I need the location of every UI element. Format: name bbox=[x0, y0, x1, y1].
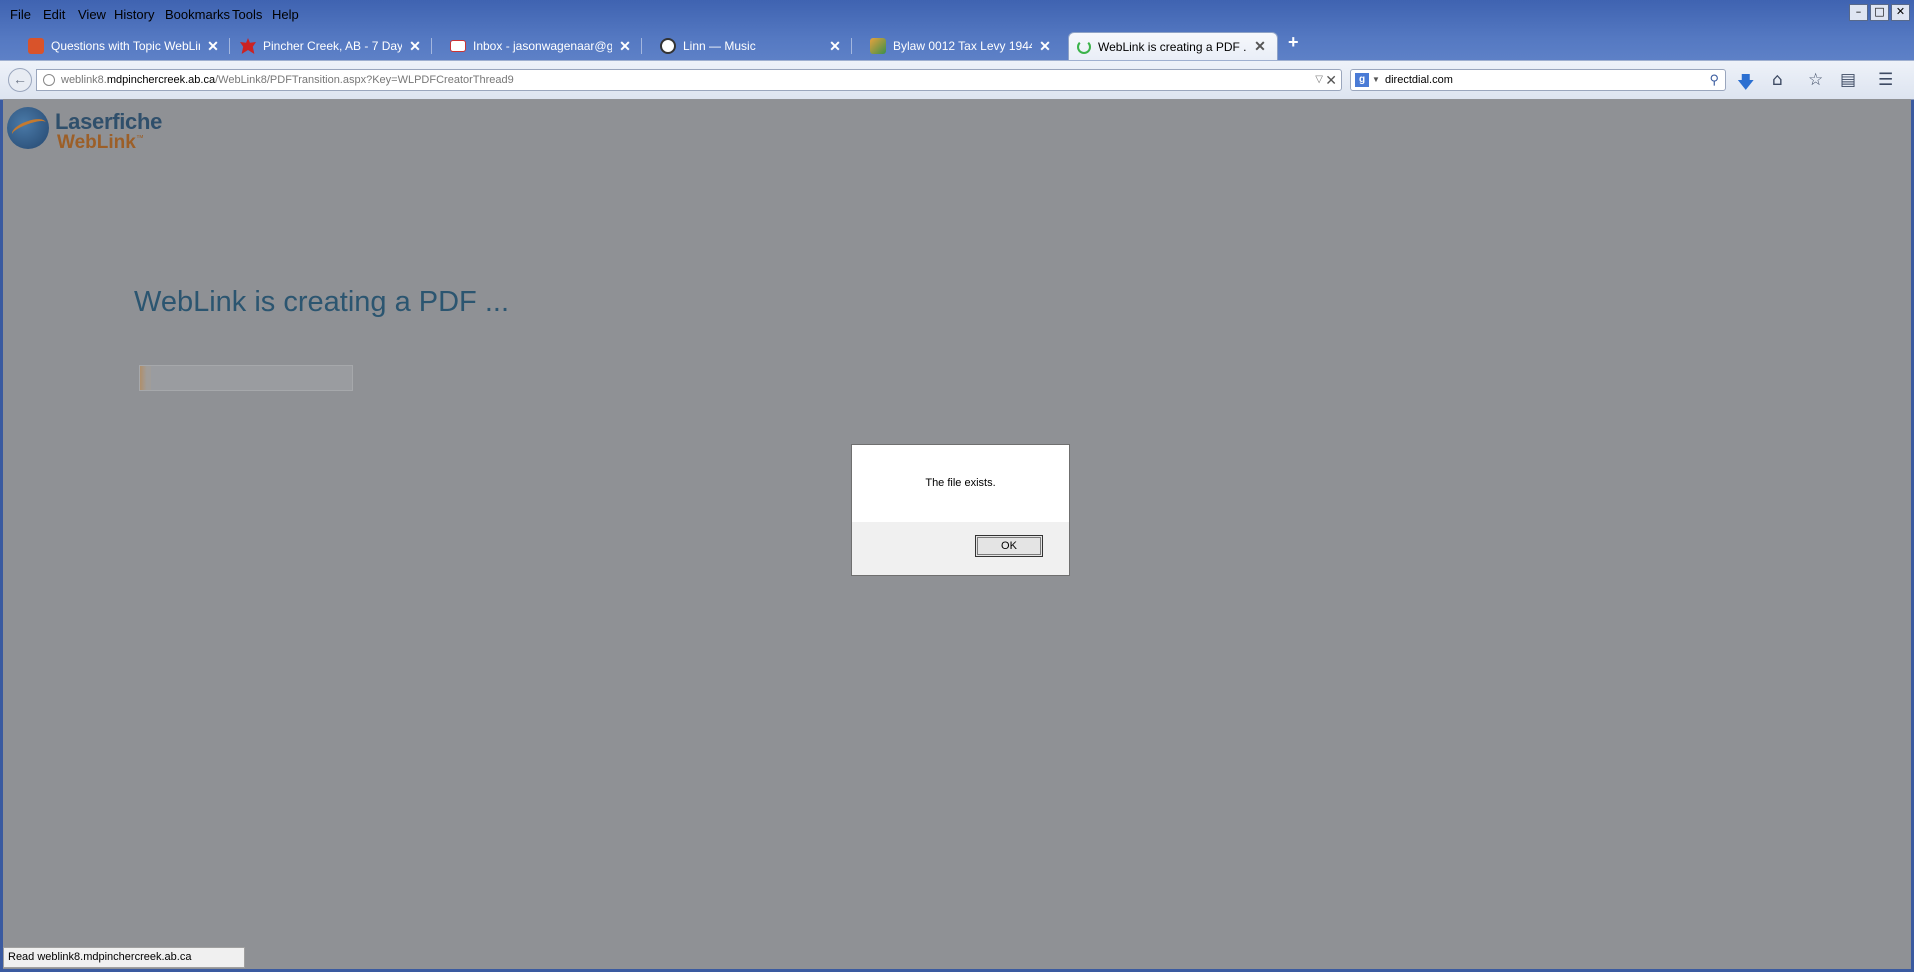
tab-linn-music[interactable]: Linn — Music ✕ bbox=[652, 32, 852, 60]
search-engine-dropdown-icon[interactable]: ▼ bbox=[1372, 70, 1380, 90]
close-window-icon[interactable]: ✕ bbox=[1891, 4, 1910, 21]
tab-separator bbox=[851, 38, 852, 54]
new-tab-icon[interactable]: + bbox=[1288, 32, 1299, 53]
hamburger-menu-icon[interactable]: ☰ bbox=[1878, 70, 1893, 90]
back-arrow-icon[interactable]: ← bbox=[8, 68, 32, 92]
address-bar[interactable]: weblink8.mdpinchercreek.ab.ca/WebLink8/P… bbox=[36, 69, 1342, 91]
tab-close-icon[interactable]: ✕ bbox=[408, 38, 422, 55]
tab-title: Linn — Music bbox=[683, 39, 756, 53]
tab-bylaw[interactable]: Bylaw 0012 Tax Levy 1944 - ... ✕ bbox=[862, 32, 1062, 60]
pdf-progress-bar bbox=[139, 365, 353, 391]
laserfiche-answers-icon bbox=[28, 38, 44, 54]
menu-help[interactable]: Help bbox=[272, 7, 299, 22]
page-content: Laserfiche WebLink™ WebLink is creating … bbox=[3, 99, 1911, 969]
maple-leaf-icon bbox=[240, 38, 256, 54]
tab-weblink-pdf[interactable]: WebLink is creating a PDF ... ✕ bbox=[1068, 32, 1278, 60]
progress-fill bbox=[140, 366, 151, 390]
browser-chrome: File Edit View History Bookmarks Tools H… bbox=[0, 0, 1914, 100]
tab-title: Questions with Topic WebLink... bbox=[51, 39, 200, 53]
search-input[interactable]: directdial.com bbox=[1385, 74, 1453, 86]
tab-questions[interactable]: Questions with Topic WebLink... ✕ bbox=[20, 32, 230, 60]
navigation-bar: ← weblink8.mdpinchercreek.ab.ca/WebLink8… bbox=[0, 60, 1914, 100]
menu-file[interactable]: File bbox=[10, 7, 31, 22]
menu-tools[interactable]: Tools bbox=[232, 7, 262, 22]
search-bar[interactable]: g ▼ directdial.com ⚲ bbox=[1350, 69, 1726, 91]
menu-history[interactable]: History bbox=[114, 7, 154, 22]
tab-strip: Questions with Topic WebLink... ✕ Pinche… bbox=[0, 30, 1914, 60]
menu-edit[interactable]: Edit bbox=[43, 7, 65, 22]
home-icon[interactable]: ⌂ bbox=[1772, 70, 1783, 90]
url-history-dropdown-icon[interactable]: ▽ bbox=[1315, 70, 1323, 90]
logo-weblink-text: WebLink™ bbox=[57, 132, 144, 153]
google-icon[interactable]: g bbox=[1355, 73, 1369, 87]
tab-separator bbox=[431, 38, 432, 54]
url-domain: mdpinchercreek.ab.ca bbox=[106, 74, 216, 86]
tab-title: WebLink is creating a PDF ... bbox=[1098, 39, 1247, 54]
tab-title: Bylaw 0012 Tax Levy 1944 - ... bbox=[893, 39, 1032, 53]
tab-title: Inbox - jasonwagenaar@gma... bbox=[473, 39, 612, 53]
loading-spinner-icon bbox=[1077, 39, 1091, 54]
tab-close-icon[interactable]: ✕ bbox=[828, 38, 842, 55]
stop-icon[interactable]: ✕ bbox=[1325, 70, 1337, 90]
bookmark-star-icon[interactable]: ☆ bbox=[1808, 70, 1823, 90]
page-title: WebLink is creating a PDF ... bbox=[134, 286, 510, 318]
tab-title: Pincher Creek, AB - 7 Day For... bbox=[263, 39, 402, 53]
status-bar: Read weblink8.mdpinchercreek.ab.ca bbox=[3, 947, 245, 968]
menu-view[interactable]: View bbox=[78, 7, 106, 22]
url-path: /WebLink8/PDFTransition.aspx?Key=WLPDFCr… bbox=[215, 74, 514, 86]
search-icon[interactable]: ⚲ bbox=[1709, 70, 1719, 90]
alert-dialog: The file exists. OK bbox=[851, 444, 1070, 576]
tab-close-icon[interactable]: ✕ bbox=[206, 38, 220, 55]
menu-bookmarks[interactable]: Bookmarks bbox=[165, 7, 230, 22]
tab-inbox[interactable]: Inbox - jasonwagenaar@gma... ✕ bbox=[442, 32, 642, 60]
maximize-icon[interactable]: □ bbox=[1870, 4, 1889, 21]
tab-close-icon[interactable]: ✕ bbox=[1038, 38, 1052, 55]
linn-icon bbox=[660, 38, 676, 54]
window-controls: – □ ✕ bbox=[1849, 4, 1910, 21]
globe-icon bbox=[43, 74, 55, 86]
download-icon[interactable]: 🡇 bbox=[1737, 70, 1754, 99]
dialog-message: The file exists. bbox=[925, 477, 996, 489]
tab-close-icon[interactable]: ✕ bbox=[1253, 38, 1267, 55]
laserfiche-weblink-logo: Laserfiche WebLink™ bbox=[7, 105, 177, 155]
reading-list-icon[interactable]: ▤ bbox=[1840, 70, 1856, 90]
tab-separator bbox=[641, 38, 642, 54]
menu-bar: File Edit View History Bookmarks Tools H… bbox=[0, 0, 1914, 30]
tab-pincher-creek-weather[interactable]: Pincher Creek, AB - 7 Day For... ✕ bbox=[232, 32, 432, 60]
ok-button[interactable]: OK bbox=[975, 535, 1043, 557]
minimize-icon[interactable]: – bbox=[1849, 4, 1868, 21]
tab-separator bbox=[229, 38, 230, 54]
document-icon bbox=[870, 38, 886, 54]
url-subdomain: weblink8. bbox=[61, 74, 107, 86]
dialog-footer: OK bbox=[852, 522, 1069, 575]
gmail-icon bbox=[450, 40, 466, 52]
tab-close-icon[interactable]: ✕ bbox=[618, 38, 632, 55]
